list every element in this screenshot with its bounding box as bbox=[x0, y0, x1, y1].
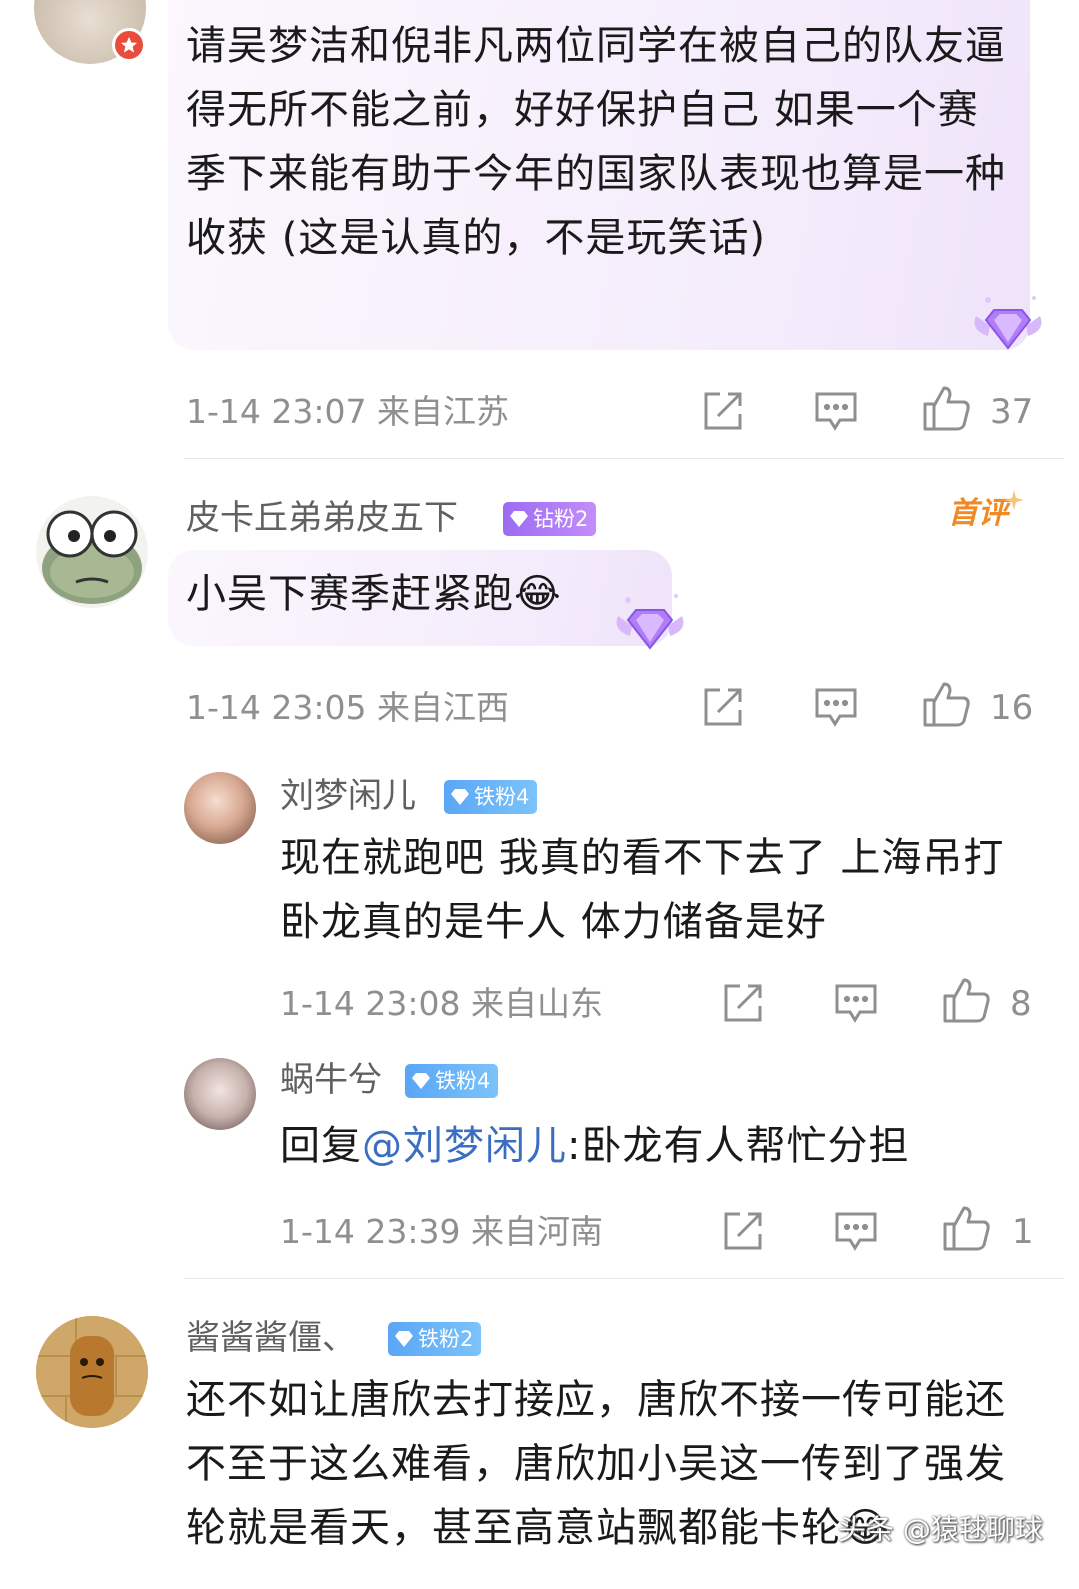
user-avatar[interactable] bbox=[184, 772, 256, 844]
like-count: 16 bbox=[990, 688, 1034, 728]
fan-badge[interactable]: 钻粉2 bbox=[503, 502, 597, 536]
like-thumb-icon[interactable] bbox=[942, 976, 992, 1024]
watermark: 头条 @猿毬聊球 bbox=[838, 1513, 1043, 1546]
comment-meta: 1-14 23:05 来自江西 bbox=[186, 688, 509, 727]
diamond-icon bbox=[451, 789, 469, 805]
fan-badge[interactable]: 铁粉2 bbox=[388, 1322, 482, 1356]
divider bbox=[184, 458, 1064, 459]
fan-badge-label: 铁粉4 bbox=[435, 1069, 491, 1093]
like-count: 37 bbox=[990, 392, 1034, 432]
fan-badge-label: 钻粉2 bbox=[533, 507, 589, 531]
user-avatar[interactable] bbox=[184, 1058, 256, 1130]
username[interactable]: 蜗牛兮 bbox=[280, 1060, 382, 1100]
comment-text: 还不如让唐欣去打接应，唐欣不接一传可能还不至于这么难看，唐欣加小吴这一传到了强发… bbox=[186, 1377, 1006, 1551]
username[interactable]: 酱酱酱僵、 bbox=[186, 1318, 356, 1358]
diamond-fan-decoration-icon bbox=[610, 590, 690, 654]
comment-meta: 1-14 23:07 来自江苏 bbox=[186, 392, 509, 431]
fan-badge-label: 铁粉4 bbox=[474, 785, 530, 809]
fan-badge[interactable]: 铁粉4 bbox=[405, 1064, 499, 1098]
first-comment-tag: 首评 bbox=[948, 496, 1008, 531]
like-thumb-icon[interactable] bbox=[942, 1204, 992, 1252]
user-avatar[interactable] bbox=[36, 496, 148, 608]
diamond-icon bbox=[412, 1073, 430, 1089]
fan-badge[interactable]: 铁粉4 bbox=[444, 780, 538, 814]
username[interactable]: 皮卡丘弟弟皮五下 bbox=[186, 498, 458, 538]
like-thumb-icon[interactable] bbox=[922, 680, 972, 728]
comment-meta: 1-14 23:39 来自河南 bbox=[280, 1212, 603, 1251]
username[interactable]: 刘梦闲儿 bbox=[280, 776, 416, 816]
like-thumb-icon[interactable] bbox=[922, 384, 972, 432]
share-icon[interactable] bbox=[702, 390, 744, 432]
comment-text: 请吴梦洁和倪非凡两位同学在被自己的队友逼得无所不能之前，好好保护自己 如果一个赛… bbox=[186, 23, 1006, 261]
share-icon[interactable] bbox=[702, 686, 744, 728]
mention-link[interactable]: @刘梦闲儿 bbox=[362, 1123, 567, 1169]
user-avatar[interactable] bbox=[36, 1316, 148, 1428]
reply-text: 回复@刘梦闲儿:卧龙有人帮忙分担 bbox=[280, 1114, 909, 1178]
diamond-fan-decoration-icon bbox=[968, 290, 1048, 354]
reply-text: 现在就跑吧 我真的看不下去了 上海吊打 卧龙真的是牛人 体力储备是好 bbox=[280, 835, 1005, 945]
like-count: 8 bbox=[1010, 984, 1032, 1024]
like-count: 1 bbox=[1012, 1212, 1034, 1252]
sparkle-icon bbox=[1004, 490, 1024, 510]
share-icon[interactable] bbox=[722, 982, 764, 1024]
reply-prefix: 回复 bbox=[280, 1123, 362, 1169]
comment-text: 小吴下赛季赶紧跑😂 bbox=[186, 571, 562, 617]
divider bbox=[184, 1278, 1064, 1279]
comment-icon[interactable] bbox=[834, 1210, 878, 1252]
reply-body: :卧龙有人帮忙分担 bbox=[567, 1123, 910, 1169]
diamond-icon bbox=[510, 511, 528, 527]
diamond-icon bbox=[395, 1331, 413, 1347]
comment-meta: 1-14 23:08 来自山东 bbox=[280, 984, 603, 1023]
comment-icon[interactable] bbox=[834, 982, 878, 1024]
share-icon[interactable] bbox=[722, 1210, 764, 1252]
verified-star-icon bbox=[112, 28, 146, 62]
comment-icon[interactable] bbox=[814, 686, 858, 728]
comment-icon[interactable] bbox=[814, 390, 858, 432]
fan-badge-label: 铁粉2 bbox=[418, 1327, 474, 1351]
